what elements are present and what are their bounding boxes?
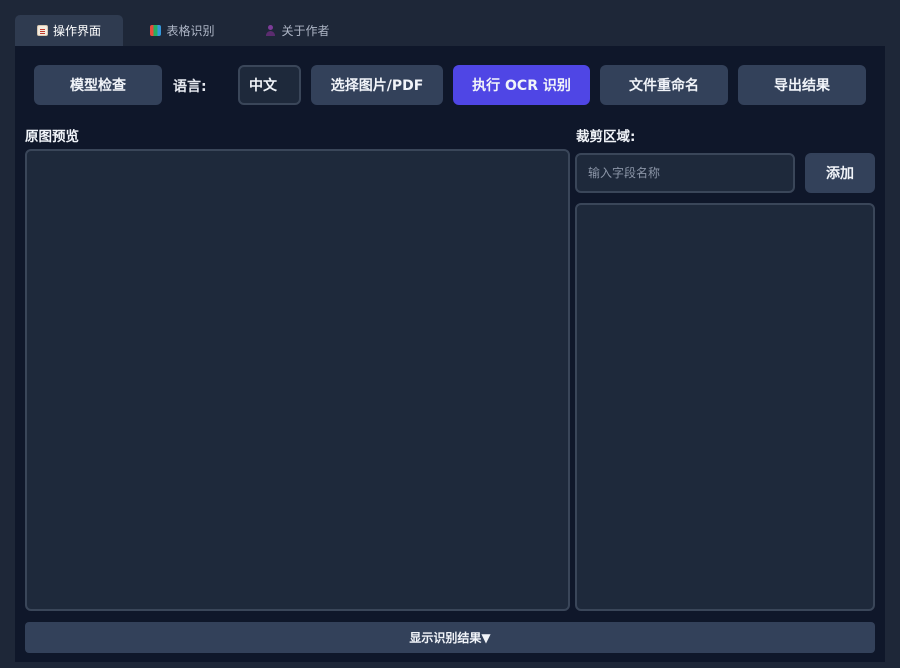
tab-label: 操作界面 (52, 24, 101, 38)
crop-title: 裁剪区域: (576, 129, 636, 145)
field-name-input[interactable] (575, 153, 795, 193)
preview-title: 原图预览 (25, 129, 79, 145)
language-label: 语言: (173, 79, 207, 95)
tab-label: 关于作者 (281, 24, 330, 38)
document-icon (36, 25, 48, 36)
run-ocr-button[interactable]: 执行 OCR 识别 (453, 65, 590, 105)
export-results-button[interactable]: 导出结果 (738, 65, 866, 105)
chart-icon (150, 25, 162, 36)
tab-bar: 操作界面 表格识别 关于作者 (0, 0, 900, 46)
language-select[interactable]: 中文 (238, 65, 301, 105)
rename-files-button[interactable]: 文件重命名 (600, 65, 728, 105)
tab-operation[interactable]: 操作界面 (15, 15, 123, 46)
tab-table-recognition[interactable]: 表格识别 (130, 15, 235, 46)
operation-panel: 模型检查 语言: 中文 选择图片/PDF 执行 OCR 识别 文件重命名 导出结… (15, 46, 885, 662)
tab-label: 表格识别 (166, 24, 215, 38)
select-file-button[interactable]: 选择图片/PDF (311, 65, 443, 105)
person-icon (265, 25, 276, 36)
tab-about-author[interactable]: 关于作者 (245, 15, 350, 46)
model-check-button[interactable]: 模型检查 (34, 65, 162, 105)
add-field-button[interactable]: 添加 (805, 153, 875, 193)
image-preview-area[interactable] (25, 149, 570, 611)
crop-region-list[interactable] (575, 203, 875, 611)
show-results-toggle[interactable]: 显示识别结果▼ (25, 622, 875, 653)
